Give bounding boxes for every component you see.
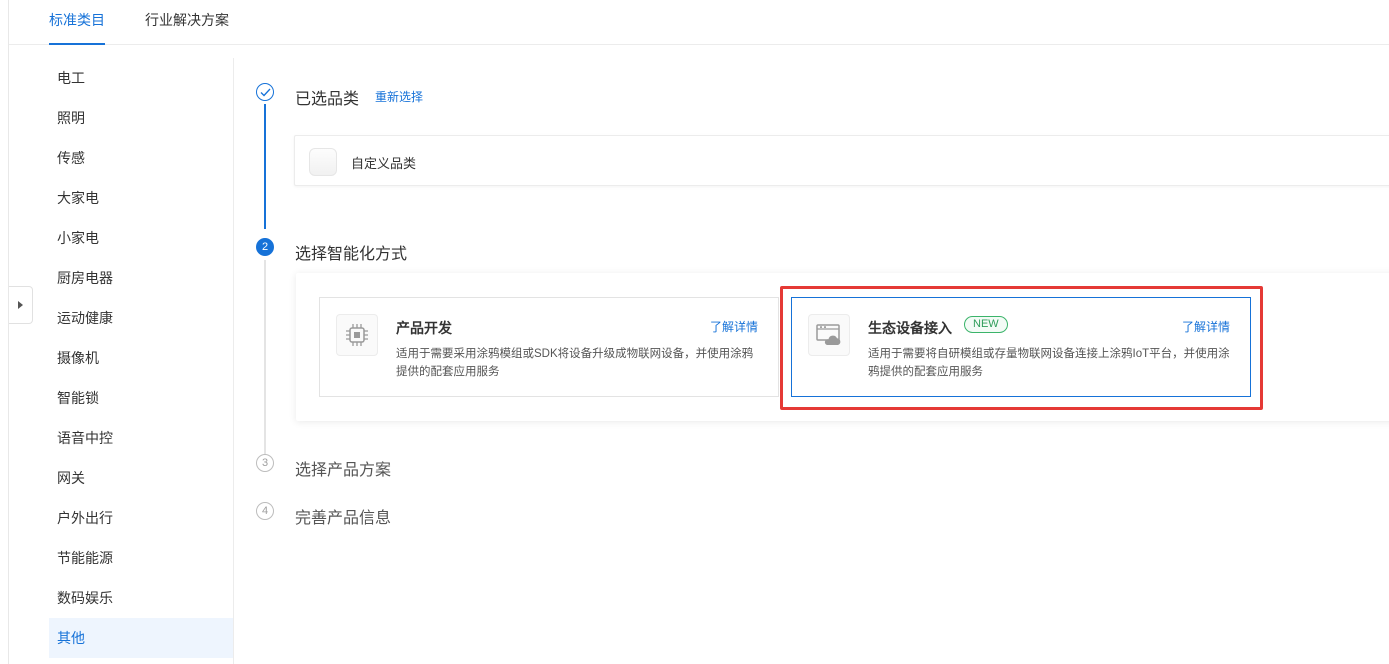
custom-category-icon bbox=[309, 148, 337, 176]
sidebar-item-large-appliances[interactable]: 大家电 bbox=[49, 178, 233, 218]
sidebar-item-energy[interactable]: 节能能源 bbox=[49, 538, 233, 578]
active-tab-indicator bbox=[49, 43, 105, 45]
cloud-window-icon bbox=[808, 314, 850, 356]
tab-label: 行业解决方案 bbox=[145, 12, 229, 28]
sidebar-item-kitchen[interactable]: 厨房电器 bbox=[49, 258, 233, 298]
step-connector-pending bbox=[264, 260, 266, 458]
sidebar-item-other[interactable]: 其他 bbox=[49, 618, 233, 658]
sidebar-item-gateways[interactable]: 网关 bbox=[49, 458, 233, 498]
tab-standard-category[interactable]: 标准类目 bbox=[49, 0, 105, 45]
product-wizard: 已选品类 重新选择 自定义品类 2 选择智能化方式 产品开发 了解详情 适用于需… bbox=[235, 46, 1389, 664]
sidebar-item-smart-locks[interactable]: 智能锁 bbox=[49, 378, 233, 418]
sidebar-item-fitness-health[interactable]: 运动健康 bbox=[49, 298, 233, 338]
product-development-description: 适用于需要采用涂鸦模组或SDK将设备升级成物联网设备，并使用涂鸦提供的配套应用服… bbox=[396, 348, 754, 378]
sidebar-item-voice-control[interactable]: 语音中控 bbox=[49, 418, 233, 458]
step-2-number: 2 bbox=[256, 238, 274, 256]
category-tabs: 标准类目 行业解决方案 bbox=[9, 0, 1389, 45]
category-sidebar: 电工 照明 传感 大家电 小家电 厨房电器 运动健康 摄像机 智能锁 语音中控 … bbox=[49, 58, 234, 664]
caret-right-icon bbox=[18, 301, 23, 309]
sidebar-item-electrical[interactable]: 电工 bbox=[49, 58, 233, 98]
tab-industry-solutions[interactable]: 行业解决方案 bbox=[145, 0, 229, 45]
product-development-details-link[interactable]: 了解详情 bbox=[710, 318, 758, 335]
smart-mode-panel: 产品开发 了解详情 适用于需要采用涂鸦模组或SDK将设备升级成物联网设备，并使用… bbox=[296, 273, 1389, 421]
step-2-title: 选择智能化方式 bbox=[295, 246, 408, 263]
tab-label: 标准类目 bbox=[49, 12, 105, 28]
selected-category-label: 自定义品类 bbox=[351, 156, 417, 171]
ecosystem-device-title: 生态设备接入 bbox=[868, 320, 952, 336]
selected-category-card: 自定义品类 bbox=[294, 135, 1389, 186]
step-1-check-icon bbox=[256, 83, 274, 101]
chip-icon bbox=[336, 314, 378, 356]
product-development-card[interactable]: 产品开发 了解详情 适用于需要采用涂鸦模组或SDK将设备升级成物联网设备，并使用… bbox=[319, 297, 779, 397]
product-development-title: 产品开发 bbox=[396, 320, 452, 336]
sidebar-item-outdoor-travel[interactable]: 户外出行 bbox=[49, 498, 233, 538]
left-rail bbox=[0, 0, 9, 664]
step-4-title: 完善产品信息 bbox=[295, 510, 392, 527]
sidebar-item-digital-entertainment[interactable]: 数码娱乐 bbox=[49, 578, 233, 618]
sidebar-item-lighting[interactable]: 照明 bbox=[49, 98, 233, 138]
expand-sidebar-button[interactable] bbox=[9, 286, 33, 324]
step-3-number: 3 bbox=[256, 454, 274, 472]
ecosystem-details-link[interactable]: 了解详情 bbox=[1182, 318, 1230, 335]
step-3-title: 选择产品方案 bbox=[295, 462, 392, 479]
ecosystem-device-description: 适用于需要将自研模组或存量物联网设备连接上涂鸦IoT平台，并使用涂鸦提供的配套应… bbox=[868, 348, 1230, 378]
step-connector-done bbox=[264, 104, 266, 229]
reselect-link[interactable]: 重新选择 bbox=[375, 88, 423, 105]
ecosystem-device-card[interactable]: 生态设备接入 NEW 了解详情 适用于需要将自研模组或存量物联网设备连接上涂鸦I… bbox=[791, 297, 1251, 397]
sidebar-item-small-appliances[interactable]: 小家电 bbox=[49, 218, 233, 258]
sidebar-item-cameras[interactable]: 摄像机 bbox=[49, 338, 233, 378]
step-4-number: 4 bbox=[256, 502, 274, 520]
new-badge: NEW bbox=[964, 316, 1008, 333]
sidebar-item-sensors[interactable]: 传感 bbox=[49, 138, 233, 178]
step-1-title: 已选品类 bbox=[295, 91, 360, 108]
